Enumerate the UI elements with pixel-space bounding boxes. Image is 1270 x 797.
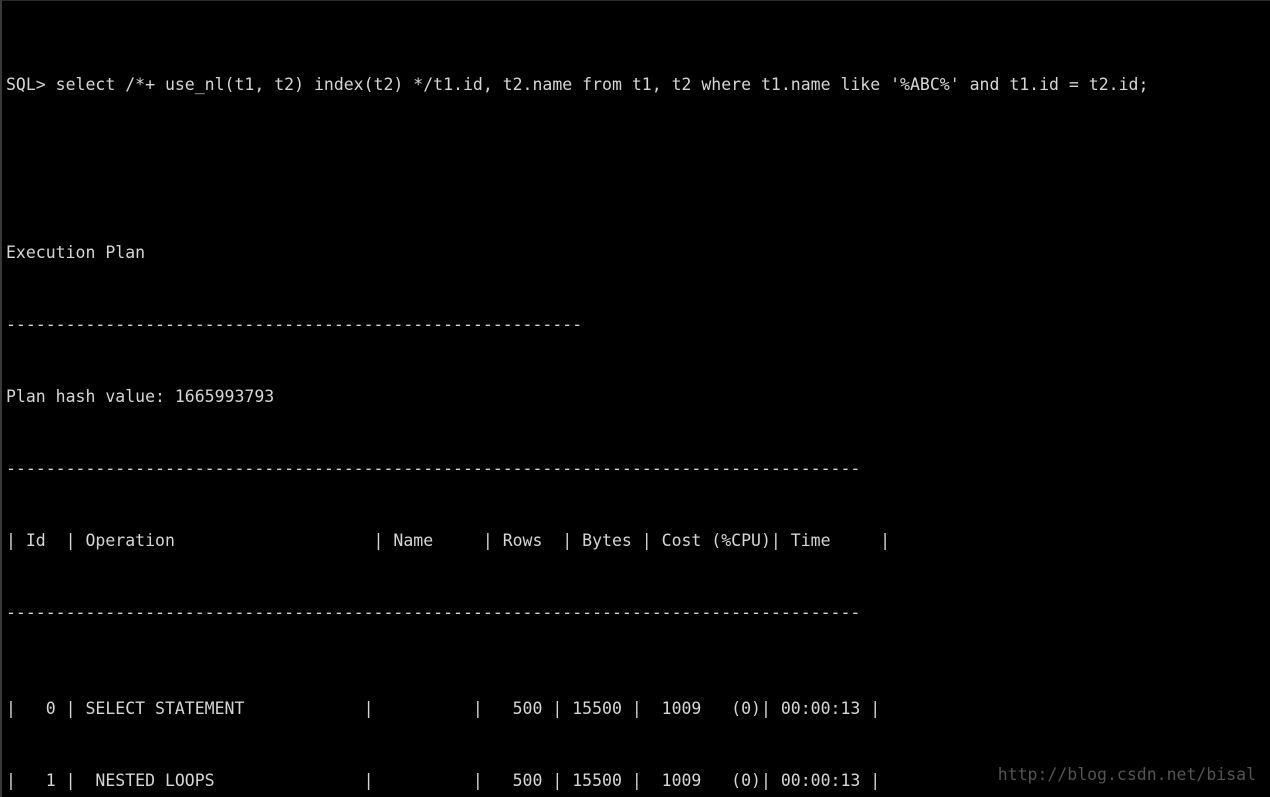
plan-table-header: | Id | Operation | Name | Rows | Bytes |… — [6, 531, 891, 550]
terminal-output: SQL> select /*+ use_nl(t1, t2) index(t2)… — [6, 1, 1148, 797]
execution-plan-rule-top: ----------------------------------------… — [6, 315, 583, 334]
terminal-window[interactable]: SQL> select /*+ use_nl(t1, t2) index(t2)… — [0, 0, 1270, 797]
plan-hash-value: Plan hash value: 1665993793 — [6, 387, 275, 406]
blank-line-1 — [6, 145, 1148, 169]
sql-prompt-line: SQL> select /*+ use_nl(t1, t2) index(t2)… — [6, 75, 1149, 94]
plan-table-rule-header: ----------------------------------------… — [6, 603, 861, 622]
plan-table-rule-top: ----------------------------------------… — [6, 459, 861, 478]
execution-plan-heading: Execution Plan — [6, 243, 146, 262]
watermark: http://blog.csdn.net/bisal — [997, 765, 1256, 784]
plan-table-row: | 1 | NESTED LOOPS | | 500 | 15500 | 100… — [6, 771, 881, 790]
plan-table-row: | 0 | SELECT STATEMENT | | 500 | 15500 |… — [6, 699, 881, 718]
